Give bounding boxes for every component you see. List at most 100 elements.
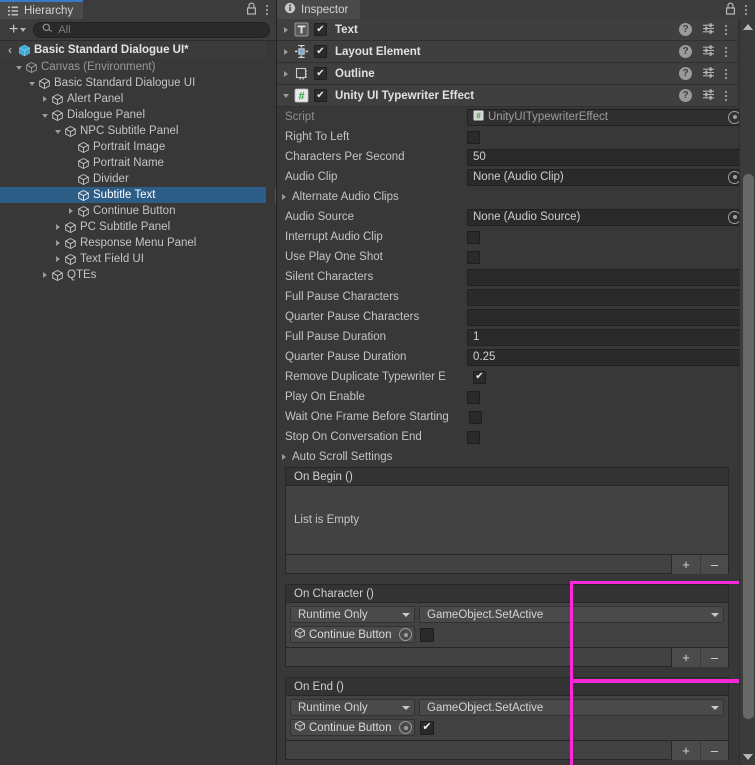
callback-function-dropdown[interactable]: GameObject.SetActive (419, 699, 724, 716)
hierarchy-scene-root[interactable]: ‹ Basic Standard Dialogue UI* (0, 41, 276, 59)
foldout-right-icon[interactable] (279, 192, 290, 203)
component-enabled-checkbox[interactable] (314, 45, 327, 58)
foldout-right-icon[interactable] (53, 254, 64, 265)
callback-target-field[interactable]: Continue Button (290, 626, 415, 643)
component-foldout-icon[interactable] (281, 24, 292, 35)
preset-icon[interactable] (702, 66, 715, 82)
component-enabled-checkbox[interactable] (314, 67, 327, 80)
hierarchy-scrollbar[interactable] (266, 41, 275, 765)
help-icon[interactable]: ? (679, 67, 692, 80)
hierarchy-item[interactable]: Portrait Image (0, 139, 276, 155)
help-icon[interactable]: ? (679, 89, 692, 102)
foldout-right-icon[interactable] (53, 222, 64, 233)
hierarchy-tree[interactable]: ‹ Basic Standard Dialogue UI* Canvas (En… (0, 41, 276, 765)
hierarchy-item[interactable]: QTEs (0, 267, 276, 283)
hierarchy-item[interactable]: PC Subtitle Panel (0, 219, 276, 235)
hierarchy-item[interactable]: Alert Panel (0, 91, 276, 107)
property-checkbox[interactable] (467, 130, 480, 144)
component-header[interactable]: Layout Element? (277, 41, 737, 63)
hierarchy-item[interactable]: Continue Button (0, 203, 276, 219)
component-menu-icon[interactable] (725, 46, 727, 57)
foldout-down-icon[interactable] (53, 126, 64, 137)
callback-target-field[interactable]: Continue Button (290, 719, 415, 736)
component-foldout-icon[interactable] (281, 46, 292, 57)
callback-mode-dropdown[interactable]: Runtime Only (290, 699, 415, 716)
foldout-right-icon[interactable] (40, 270, 51, 281)
remove-callback-button[interactable]: – (700, 647, 728, 667)
help-icon[interactable]: ? (679, 23, 692, 36)
tab-inspector[interactable]: Inspector (277, 0, 361, 19)
component-menu-icon[interactable] (725, 68, 727, 79)
hierarchy-item[interactable]: Response Menu Panel (0, 235, 276, 251)
text-field[interactable]: 0.25 (467, 348, 744, 366)
property-checkbox[interactable] (467, 230, 480, 244)
foldout-right-icon[interactable] (53, 238, 64, 249)
add-callback-button[interactable]: + (672, 648, 700, 667)
scroll-up-icon[interactable] (740, 20, 755, 33)
hierarchy-item[interactable]: Canvas (Environment) (0, 59, 276, 75)
text-field[interactable]: 1 (467, 328, 744, 346)
callback-mode-dropdown[interactable]: Runtime Only (290, 606, 415, 623)
add-callback-button[interactable]: + (672, 555, 700, 574)
property-row: Full Pause Characters (277, 287, 744, 307)
callback-argument-checkbox[interactable] (420, 720, 434, 735)
object-field[interactable]: None (Audio Clip) (467, 168, 744, 186)
foldout-down-icon[interactable] (27, 78, 38, 89)
remove-callback-button[interactable]: – (700, 554, 728, 574)
object-picker-icon[interactable] (399, 628, 412, 641)
scroll-down-icon[interactable] (740, 750, 755, 763)
object-field[interactable]: # UnityUITypewriterEffect (467, 108, 744, 126)
add-callback-button[interactable]: + (672, 741, 700, 760)
hierarchy-item[interactable]: NPC Subtitle Panel (0, 123, 276, 139)
preset-icon[interactable] (702, 44, 715, 60)
hierarchy-item[interactable]: Basic Standard Dialogue UI (0, 75, 276, 91)
help-icon[interactable]: ? (679, 45, 692, 58)
foldout-down-icon[interactable] (14, 62, 25, 73)
component-header[interactable]: Text? (277, 19, 737, 41)
hierarchy-menu-icon[interactable] (266, 4, 268, 15)
foldout-right-icon[interactable] (40, 94, 51, 105)
text-field[interactable] (467, 308, 744, 326)
foldout-right-icon[interactable] (279, 452, 290, 463)
property-checkbox[interactable] (467, 430, 480, 444)
property-checkbox[interactable] (467, 390, 480, 404)
object-field[interactable]: None (Audio Source) (467, 208, 744, 226)
back-arrow-icon[interactable]: ‹ (0, 43, 18, 57)
component-enabled-checkbox[interactable] (314, 89, 327, 102)
preset-icon[interactable] (702, 88, 715, 104)
component-header[interactable]: # Unity UI Typewriter Effect? (277, 85, 737, 107)
text-field[interactable] (467, 268, 744, 286)
text-field[interactable] (467, 288, 744, 306)
property-checkbox[interactable] (467, 250, 480, 264)
component-foldout-icon[interactable] (281, 68, 292, 79)
hierarchy-item[interactable]: Portrait Name (0, 155, 276, 171)
component-foldout-icon[interactable] (281, 90, 292, 101)
callback-function-dropdown[interactable]: GameObject.SetActive (419, 606, 724, 623)
inspector-menu-icon[interactable] (745, 4, 747, 15)
foldout-down-icon[interactable] (40, 110, 51, 121)
component-menu-icon[interactable] (725, 24, 727, 35)
hierarchy-item[interactable]: Divider (0, 171, 276, 187)
lock-icon[interactable] (725, 2, 736, 18)
hierarchy-item[interactable]: Dialogue Panel (0, 107, 276, 123)
property-checkbox[interactable] (473, 370, 486, 384)
hierarchy-search-input[interactable]: All (33, 21, 270, 38)
hierarchy-item[interactable]: Text Field UI (0, 251, 276, 267)
inspector-scroll-thumb[interactable] (743, 174, 754, 719)
tab-hierarchy[interactable]: Hierarchy (0, 0, 84, 19)
callback-argument-checkbox[interactable] (420, 627, 434, 642)
component-menu-icon[interactable] (725, 90, 727, 101)
create-object-button[interactable]: + (6, 21, 29, 38)
preset-icon[interactable] (702, 22, 715, 38)
component-enabled-checkbox[interactable] (314, 23, 327, 36)
inspector-scrollbar[interactable] (739, 19, 755, 765)
remove-callback-button[interactable]: – (700, 740, 728, 760)
hierarchy-item[interactable]: Subtitle Text (0, 187, 276, 203)
component-header[interactable]: Outline? (277, 63, 737, 85)
foldout-right-icon[interactable] (66, 206, 77, 217)
lock-icon[interactable] (246, 2, 257, 18)
property-checkbox[interactable] (469, 410, 482, 424)
text-field[interactable]: 50 (467, 148, 744, 166)
object-picker-icon[interactable] (399, 721, 412, 734)
